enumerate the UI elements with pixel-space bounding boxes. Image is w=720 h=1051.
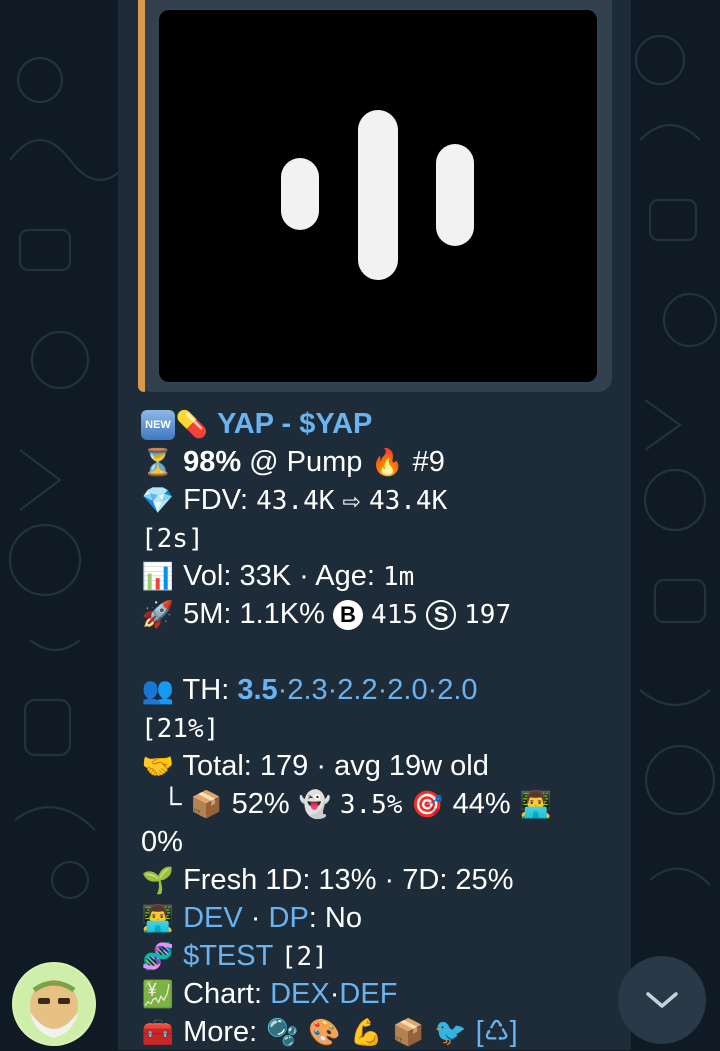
- chart-separator: ·: [329, 978, 340, 1010]
- dp-link[interactable]: DP: [269, 902, 309, 934]
- pump-line: ⏳ 98% @ Pump 🔥 #9: [141, 443, 621, 481]
- fdv-line: 💎 FDV: 43.4K ⇨ 43.4K: [141, 481, 621, 519]
- avatar[interactable]: [12, 962, 96, 1046]
- fdv-arrow: ⇨: [342, 489, 361, 514]
- bubbles-icon[interactable]: 🫧: [265, 1013, 299, 1051]
- top-holders-line: 👥 TH: 3.5·2.3·2.2·2.0·2.0: [141, 671, 621, 709]
- fdv-label: FDV:: [183, 484, 249, 516]
- th-rest-links[interactable]: ·2.3·2.2·2.0·2.0: [278, 674, 478, 706]
- title-line: NEW 💊 YAP - $YAP: [141, 405, 621, 443]
- sell-badge-icon: S: [426, 600, 457, 631]
- holder-breakdown-line: └ 📦 52% 👻 3.5% 🎯 44% 👨‍💻: [141, 785, 621, 823]
- palette-icon[interactable]: 🎨: [307, 1013, 341, 1051]
- corner-glyph: └: [161, 788, 182, 820]
- technologist-icon: 👨‍💻: [141, 903, 175, 933]
- total-text: Total: 179 · avg: [182, 750, 381, 782]
- volume-line: 📊 Vol: 33K · Age: 1m: [141, 557, 621, 595]
- fresh-text: Fresh 1D: 13% · 7D: 25%: [183, 864, 514, 896]
- chart-line: 💹 Chart: DEX·DEF: [141, 975, 621, 1013]
- logo-bar-center: [358, 110, 398, 280]
- box-icon: 📦: [190, 789, 223, 819]
- five-min-label: 5M:: [183, 598, 232, 630]
- more-label: More:: [183, 1016, 258, 1048]
- bird-icon[interactable]: 🐦: [434, 1013, 468, 1051]
- logo-bar-right: [436, 144, 474, 246]
- sell-count: 197: [464, 600, 512, 630]
- pump-text: @ Pump: [249, 446, 363, 478]
- ghost-percent: 3.5%: [339, 790, 403, 820]
- fresh-line: 🌱 Fresh 1D: 13% · 7D: 25%: [141, 861, 621, 899]
- dev-percent-line: 0%: [141, 823, 621, 861]
- th-percent: [21%]: [141, 714, 220, 744]
- buy-badge-icon: B: [332, 600, 363, 631]
- refresh-link[interactable]: [♺]: [476, 1016, 518, 1048]
- age-value: 1m: [382, 562, 415, 592]
- pill-icon: 💊: [175, 409, 209, 439]
- toolbox-icon: 🧰: [141, 1017, 175, 1047]
- five-min-line: 🚀 5M: 1.1K% B 415 S 197: [141, 595, 621, 633]
- test-link[interactable]: $TEST: [183, 940, 273, 972]
- logo-bar-left: [281, 158, 319, 230]
- yen-chart-icon: 💹: [141, 979, 175, 1009]
- new-icon: NEW: [141, 410, 175, 441]
- buy-count: 415: [371, 600, 419, 630]
- th-first-link[interactable]: 3.5: [237, 674, 277, 706]
- ghost-icon: 👻: [298, 789, 331, 819]
- dp-value: : No: [308, 902, 362, 934]
- technologist-icon: 👨‍💻: [519, 789, 552, 819]
- test-line: 🧬 $TEST [2]: [141, 937, 621, 975]
- pump-percent: 98%: [183, 446, 242, 478]
- fire-icon: 🔥: [371, 447, 404, 477]
- volume-text: Vol: 33K · Age:: [183, 560, 375, 592]
- dev-line: 👨‍💻 DEV · DP: No: [141, 899, 621, 937]
- people-icon: 👥: [141, 675, 175, 705]
- dex-link[interactable]: DEX: [270, 978, 330, 1010]
- diamond-icon: 💎: [141, 485, 175, 515]
- message-text: NEW 💊 YAP - $YAP ⏳ 98% @ Pump 🔥 #9 💎 FDV:…: [141, 405, 621, 1051]
- fdv-age-line: [2s]: [141, 519, 621, 557]
- hourglass-icon: ⏳: [141, 447, 175, 477]
- rank: #9: [412, 446, 445, 478]
- box-percent: 52%: [231, 788, 290, 820]
- bar-chart-icon: 📊: [141, 561, 175, 591]
- five-min-value: 1.1K%: [239, 598, 325, 630]
- def-link[interactable]: DEF: [339, 978, 397, 1010]
- seedling-icon: 🌱: [141, 865, 175, 895]
- token-name-link[interactable]: YAP - $YAP: [217, 408, 372, 440]
- th-label: TH:: [182, 674, 230, 706]
- more-line: 🧰 More: 🫧 🎨 💪 📦 🐦 [♺]: [141, 1013, 621, 1051]
- avatar-face-icon: [14, 964, 94, 1044]
- handshake-icon: 🤝: [141, 751, 175, 781]
- box-icon[interactable]: 📦: [391, 1013, 425, 1051]
- dna-icon: 🧬: [141, 941, 175, 971]
- fdv-from: 43.4K: [256, 486, 335, 516]
- dev-separator: ·: [250, 902, 261, 934]
- chart-label: Chart:: [183, 978, 263, 1010]
- target-icon: 🎯: [411, 789, 444, 819]
- target-percent: 44%: [452, 788, 511, 820]
- dev-percent: 0%: [141, 826, 183, 858]
- fdv-age: [2s]: [141, 524, 204, 554]
- dev-link[interactable]: DEV: [183, 902, 243, 934]
- test-count: [2]: [280, 942, 328, 972]
- fdv-to: 43.4K: [368, 486, 448, 516]
- scroll-down-button[interactable]: [618, 956, 706, 1044]
- chevron-down-icon: [646, 992, 678, 1008]
- muscle-icon[interactable]: 💪: [349, 1013, 383, 1051]
- reply-accent-bar: [138, 0, 145, 392]
- th-percent-line: [21%]: [141, 709, 621, 747]
- total-age: 19w: [388, 750, 443, 782]
- total-old: old: [450, 750, 489, 782]
- total-line: 🤝 Total: 179 · avg 19w old: [141, 747, 621, 785]
- token-logo-image[interactable]: [159, 10, 597, 382]
- rocket-icon: 🚀: [141, 599, 175, 629]
